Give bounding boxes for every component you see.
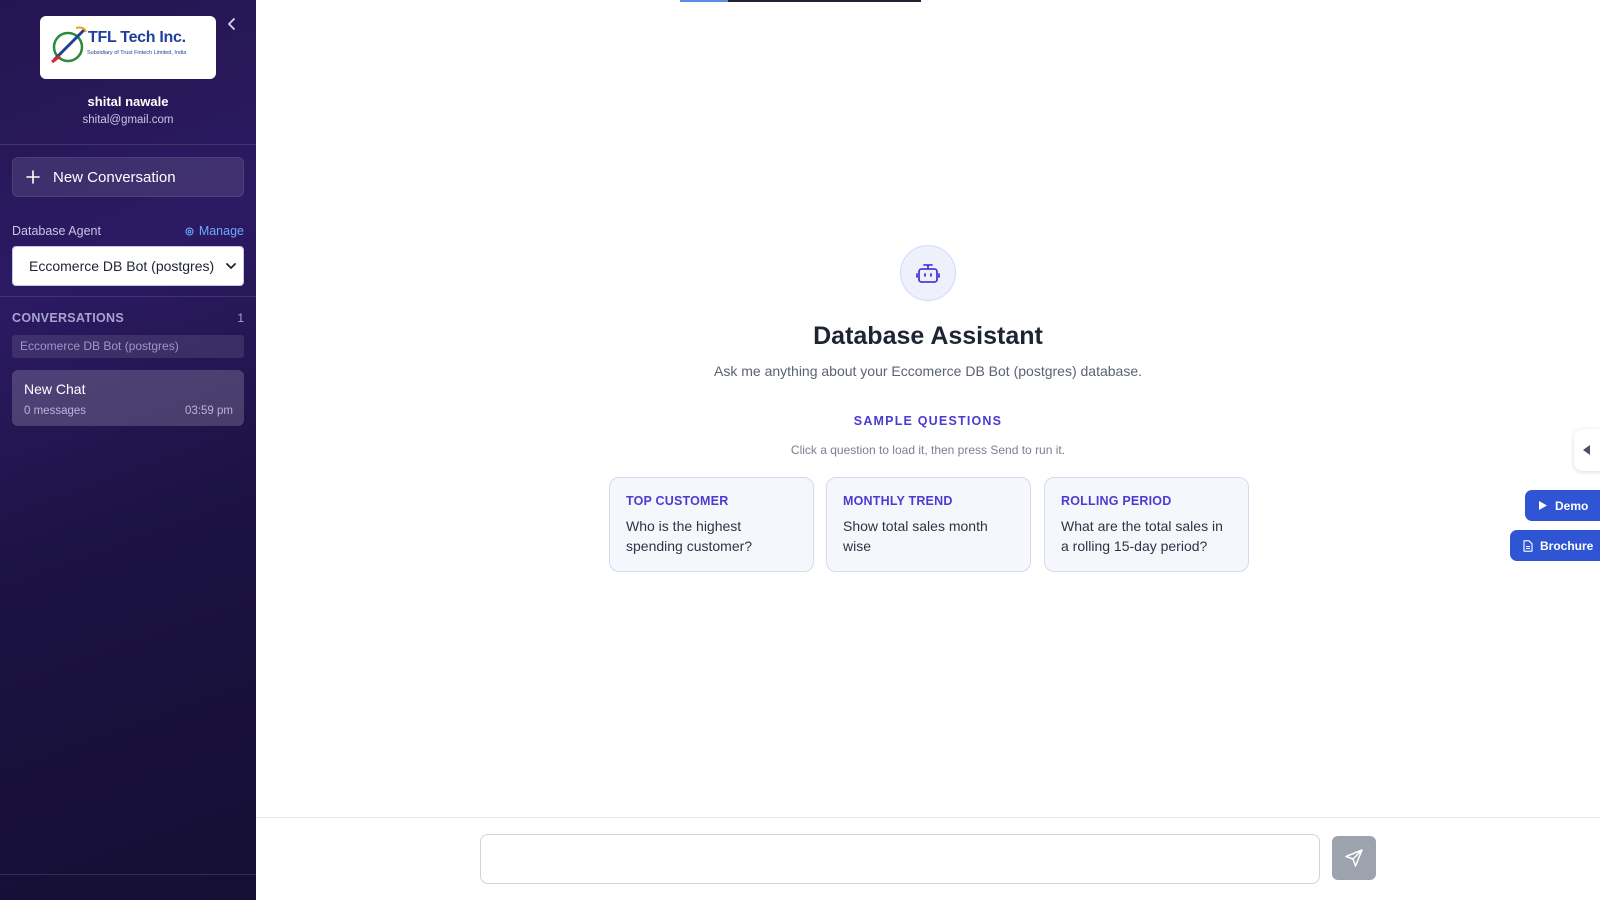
chat-input[interactable] (480, 834, 1320, 884)
chevron-left-icon (228, 18, 235, 30)
logo-globe-icon (51, 26, 87, 64)
demo-button[interactable]: Demo (1525, 490, 1600, 521)
sidebar-footer-divider (0, 874, 256, 875)
assistant-avatar (900, 245, 956, 301)
manage-link[interactable]: Manage (184, 224, 244, 238)
conversations-count: 1 (237, 311, 244, 325)
conversations-filter[interactable]: Eccomerce DB Bot (postgres) (12, 335, 244, 358)
sample-questions-heading: SAMPLE QUESTIONS (853, 414, 1003, 428)
plus-icon (26, 170, 40, 184)
conversation-item[interactable]: New Chat 0 messages 03:59 pm (12, 370, 244, 426)
database-agent-row: Database Agent Manage (12, 222, 244, 240)
company-logo: TFL Tech Inc. Subsidiary of Trust Fintec… (40, 16, 216, 79)
sidebar: TFL Tech Inc. Subsidiary of Trust Fintec… (0, 0, 256, 900)
sample-question-key: TOP CUSTOMER (626, 494, 729, 508)
brochure-label: Brochure (1540, 538, 1594, 553)
user-email: shital@gmail.com (82, 114, 174, 126)
demo-label: Demo (1555, 498, 1589, 513)
new-conversation-button[interactable]: New Conversation (12, 157, 244, 197)
sample-question-card[interactable]: MONTHLY TREND Show total sales month wis… (826, 477, 1031, 572)
conversation-time: 03:59 pm (185, 405, 233, 417)
robot-icon (916, 264, 940, 283)
sample-questions-hint: Click a question to load it, then press … (790, 443, 1066, 457)
logo-name: TFL Tech Inc. (88, 29, 186, 46)
sample-question-key: MONTHLY TREND (843, 494, 953, 508)
conversation-title: New Chat (24, 381, 86, 397)
sample-question-text: Who is the highest spending customer? (626, 518, 753, 554)
top-progress-fill (680, 0, 728, 2)
user-name: shital nawale (87, 94, 169, 109)
chevron-down-icon (226, 263, 236, 269)
sidebar-header: TFL Tech Inc. Subsidiary of Trust Fintec… (0, 0, 256, 145)
side-panel-toggle[interactable] (1574, 429, 1600, 471)
conversations-title: CONVERSATIONS (12, 311, 125, 325)
collapse-sidebar-button[interactable] (222, 14, 242, 34)
sample-question-text: Show total sales month wise (843, 518, 988, 554)
composer-divider (256, 817, 1600, 818)
document-icon (1523, 539, 1533, 552)
caret-left-icon (1583, 445, 1590, 455)
new-conversation-label: New Conversation (53, 168, 176, 186)
send-button[interactable] (1332, 836, 1376, 880)
conversation-message-count: 0 messages (24, 405, 87, 417)
gear-icon (185, 226, 194, 236)
sample-question-text: What are the total sales in a rolling 15… (1061, 518, 1223, 554)
conversations-header: CONVERSATIONS 1 (12, 311, 244, 325)
database-agent-select[interactable]: Eccomerce DB Bot (postgres) (12, 246, 244, 286)
logo-tagline: Subsidiary of Trust Fintech Limited, Ind… (87, 50, 187, 56)
page-subtitle: Ask me anything about your Eccomerce DB … (714, 363, 1142, 379)
sample-question-card[interactable]: ROLLING PERIOD What are the total sales … (1044, 477, 1249, 572)
sidebar-divider (0, 296, 256, 297)
manage-label: Manage (198, 224, 244, 238)
send-icon (1345, 849, 1363, 867)
database-agent-selected: Eccomerce DB Bot (postgres) (29, 258, 215, 274)
database-agent-label: Database Agent (12, 224, 101, 238)
play-icon (1539, 501, 1547, 510)
sample-question-key: ROLLING PERIOD (1061, 494, 1172, 508)
brochure-button[interactable]: Brochure (1510, 530, 1600, 561)
page-title: Database Assistant (813, 322, 1043, 350)
sample-question-card[interactable]: TOP CUSTOMER Who is the highest spending… (609, 477, 814, 572)
